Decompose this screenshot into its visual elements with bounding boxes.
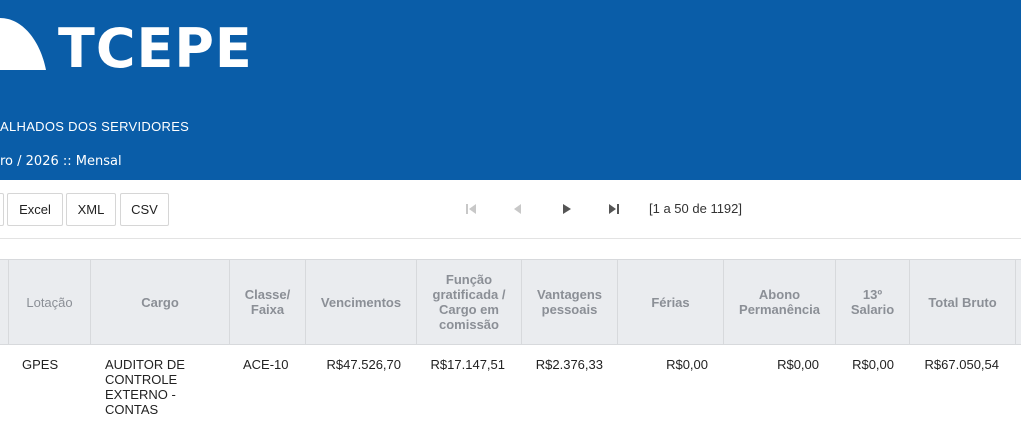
col-cargo[interactable]: Cargo	[90, 260, 229, 344]
col-ferias[interactable]: Férias	[617, 260, 723, 344]
cell-vencimentos: R$47.526,70	[326, 357, 401, 372]
site-header: TCEPE ALHADOS DOS SERVIDORES ro / 2026 :…	[0, 0, 1021, 180]
table-header: Lotação Cargo Classe/ Faixa Vencimentos …	[0, 259, 1021, 345]
cell-abono: R$0,00	[777, 357, 819, 372]
cell-total-bruto: R$67.050,54	[924, 357, 999, 372]
col-edge	[1015, 260, 1021, 344]
cell-13-salario: R$0,00	[852, 357, 894, 372]
col-abono-permanencia[interactable]: Abono Permanência	[723, 260, 835, 344]
report-period: ro / 2026 :: Mensal	[0, 154, 122, 169]
export-button-partial[interactable]	[0, 193, 4, 226]
col-lotacao[interactable]: Lotação	[8, 260, 90, 344]
cell-funcao: R$17.147,51	[430, 357, 505, 372]
last-page-icon[interactable]	[603, 198, 625, 220]
col-vantagens-pessoais[interactable]: Vantagens pessoais	[521, 260, 617, 344]
cell-vantagens: R$2.376,33	[535, 357, 603, 372]
next-page-icon[interactable]	[556, 198, 578, 220]
export-excel-button[interactable]: Excel	[7, 193, 63, 226]
cell-classe: ACE-10	[243, 357, 289, 372]
col-total-bruto[interactable]: Total Bruto	[909, 260, 1015, 344]
prev-page-icon[interactable]	[506, 198, 528, 220]
col-classe-faixa[interactable]: Classe/ Faixa	[229, 260, 305, 344]
tcepe-logo-icon	[0, 18, 46, 70]
export-xml-button[interactable]: XML	[66, 193, 116, 226]
cell-cargo: AUDITOR DE CONTROLE EXTERNO - CONTAS	[105, 357, 185, 417]
toolbar: Excel XML CSV	[0, 180, 1021, 239]
cell-lotacao: GPES	[22, 357, 59, 372]
first-page-icon[interactable]	[460, 198, 482, 220]
col-vencimentos[interactable]: Vencimentos	[305, 260, 416, 344]
cell-ferias: R$0,00	[666, 357, 708, 372]
logo-text: TCEPE	[58, 17, 253, 80]
pagination-info: [1 a 50 de 1192]	[649, 201, 743, 216]
col-funcao-gratificada[interactable]: Função gratificada / Cargo em comissão	[416, 260, 521, 344]
report-title: ALHADOS DOS SERVIDORES	[0, 119, 190, 134]
col-13-salario[interactable]: 13º Salario	[835, 260, 909, 344]
export-csv-button[interactable]: CSV	[120, 193, 169, 226]
